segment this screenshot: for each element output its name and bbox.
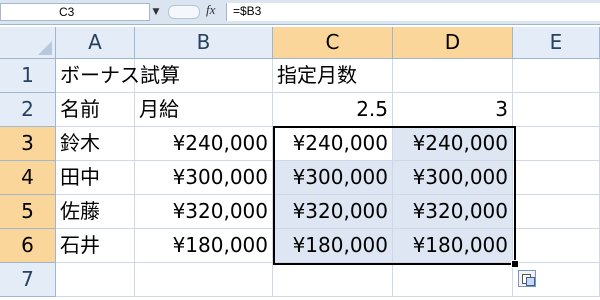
row-header-3[interactable]: 3 [0, 127, 56, 161]
column-header-c[interactable]: C [273, 27, 393, 59]
cell-e4[interactable] [513, 161, 600, 195]
formula-input[interactable]: =$B3 [226, 3, 600, 21]
table-row: 2 名前 月給 2.5 3 [0, 93, 600, 127]
cell-c7[interactable] [273, 263, 393, 297]
cell-c4[interactable]: ¥300,000 [273, 161, 393, 195]
table-row: 7 [0, 263, 600, 297]
cell-b5[interactable]: ¥320,000 [135, 195, 273, 229]
cell-a6[interactable]: 石井 [56, 229, 135, 263]
cell-b7[interactable] [135, 263, 273, 297]
cell-d7[interactable] [393, 263, 513, 297]
cell-e2[interactable] [513, 93, 600, 127]
row-header-6[interactable]: 6 [0, 229, 56, 263]
cell-a7[interactable] [56, 263, 135, 297]
column-header-a[interactable]: A [56, 27, 135, 59]
column-header-d[interactable]: D [393, 27, 513, 59]
cell-e6[interactable] [513, 229, 600, 263]
table-row: 6 石井 ¥180,000 ¥180,000 ¥180,000 [0, 229, 600, 263]
formula-bar: C3 ▼ fx =$B3 [0, 0, 600, 25]
row-header-5[interactable]: 5 [0, 195, 56, 229]
table-row: 5 佐藤 ¥320,000 ¥320,000 ¥320,000 [0, 195, 600, 229]
cell-a1[interactable]: ボーナス試算 [56, 59, 180, 93]
cell-b2[interactable]: 月給 [135, 93, 273, 127]
cell-c5[interactable]: ¥320,000 [273, 195, 393, 229]
cell-c1[interactable]: 指定月数 [273, 59, 393, 93]
fill-handle[interactable] [511, 260, 519, 268]
paste-sheet-icon [526, 277, 535, 286]
cell-a2[interactable]: 名前 [56, 93, 135, 127]
cell-c3-active[interactable]: ¥240,000 [273, 127, 393, 161]
cell-e1[interactable] [513, 59, 600, 93]
table-row: 3 鈴木 ¥240,000 ¥240,000 ¥240,000 [0, 127, 600, 161]
cell-d1[interactable] [393, 59, 513, 93]
formula-bar-resize-handle[interactable] [168, 5, 200, 19]
cell-d3[interactable]: ¥240,000 [393, 127, 513, 161]
paste-options-icon[interactable] [518, 270, 536, 287]
cell-d2[interactable]: 3 [393, 93, 513, 127]
name-box[interactable]: C3 [0, 3, 150, 21]
cell-b4[interactable]: ¥300,000 [135, 161, 273, 195]
spreadsheet-grid: A B C D E 1 ボーナス試算 指定月数 2 名前 月給 2.5 3 3 … [0, 27, 600, 297]
column-header-b[interactable]: B [135, 27, 273, 59]
row-header-2[interactable]: 2 [0, 93, 56, 127]
column-header-e[interactable]: E [513, 27, 600, 59]
row-header-1[interactable]: 1 [0, 59, 56, 93]
cell-c2[interactable]: 2.5 [273, 93, 393, 127]
cell-d4[interactable]: ¥300,000 [393, 161, 513, 195]
select-all-button[interactable] [0, 27, 56, 59]
cell-b6[interactable]: ¥180,000 [135, 229, 273, 263]
cell-b1[interactable] [135, 59, 273, 93]
cell-a3[interactable]: 鈴木 [56, 127, 135, 161]
row-header-7[interactable]: 7 [0, 263, 56, 297]
cell-b3[interactable]: ¥240,000 [135, 127, 273, 161]
cell-c6[interactable]: ¥180,000 [273, 229, 393, 263]
column-header-row: A B C D E [0, 27, 600, 59]
cell-a5[interactable]: 佐藤 [56, 195, 135, 229]
cell-e3[interactable] [513, 127, 600, 161]
chevron-down-icon[interactable]: ▼ [150, 3, 162, 21]
table-row: 4 田中 ¥300,000 ¥300,000 ¥300,000 [0, 161, 600, 195]
cell-e5[interactable] [513, 195, 600, 229]
cell-a4[interactable]: 田中 [56, 161, 135, 195]
cell-d5[interactable]: ¥320,000 [393, 195, 513, 229]
cell-d6[interactable]: ¥180,000 [393, 229, 513, 263]
table-row: 1 ボーナス試算 指定月数 [0, 59, 600, 93]
insert-function-icon[interactable]: fx [206, 2, 215, 18]
row-header-4[interactable]: 4 [0, 161, 56, 195]
